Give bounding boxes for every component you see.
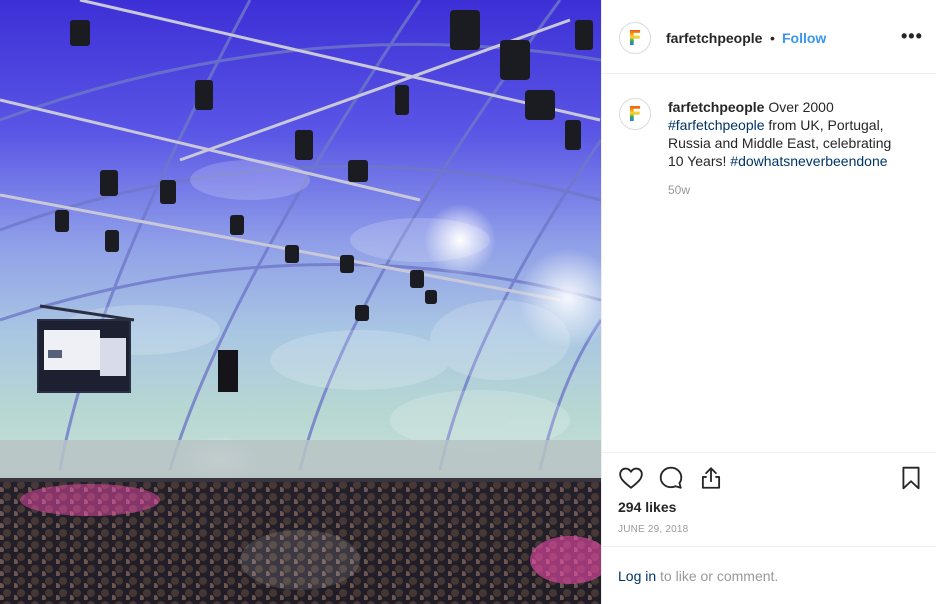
post-sidebar: F farfetchpeople • Follow ••• F farfetch…: [601, 0, 936, 604]
farfetch-logo-icon: F: [628, 102, 642, 126]
comment-icon[interactable]: [658, 465, 684, 491]
heart-icon[interactable]: [618, 465, 644, 491]
separator-dot: •: [770, 30, 775, 46]
bookmark-icon[interactable]: [898, 465, 924, 491]
login-prompt-suffix: to like or comment.: [656, 568, 779, 584]
post-actions: 294 likes JUNE 29, 2018: [602, 452, 936, 546]
more-options-icon[interactable]: •••: [901, 24, 922, 48]
post-header: F farfetchpeople • Follow •••: [602, 0, 936, 74]
profile-avatar[interactable]: F: [619, 22, 651, 54]
comment-age[interactable]: 50w: [668, 183, 690, 197]
profile-username[interactable]: farfetchpeople: [666, 30, 762, 46]
caption-text: farfetchpeople Over 2000 #farfetchpeople…: [668, 98, 908, 170]
caption-text-part-1: Over 2000: [768, 99, 834, 115]
post-date[interactable]: JUNE 29, 2018: [618, 524, 688, 535]
farfetch-logo-icon: F: [628, 26, 642, 50]
hashtag-link[interactable]: #farfetchpeople: [668, 117, 765, 133]
caption-username[interactable]: farfetchpeople: [668, 99, 764, 115]
concert-tent-scene: [0, 0, 601, 604]
login-link[interactable]: Log in: [618, 568, 656, 584]
hashtag-link[interactable]: #dowhatsneverbeendone: [730, 153, 887, 169]
follow-button[interactable]: Follow: [782, 30, 826, 46]
likes-count[interactable]: 294 likes: [618, 499, 676, 515]
login-prompt: Log in to like or comment.: [618, 568, 778, 584]
comment-bar: Log in to like or comment.: [602, 546, 936, 604]
post-photo[interactable]: [0, 0, 601, 604]
caption-avatar[interactable]: F: [619, 98, 651, 130]
share-icon[interactable]: [698, 465, 724, 491]
